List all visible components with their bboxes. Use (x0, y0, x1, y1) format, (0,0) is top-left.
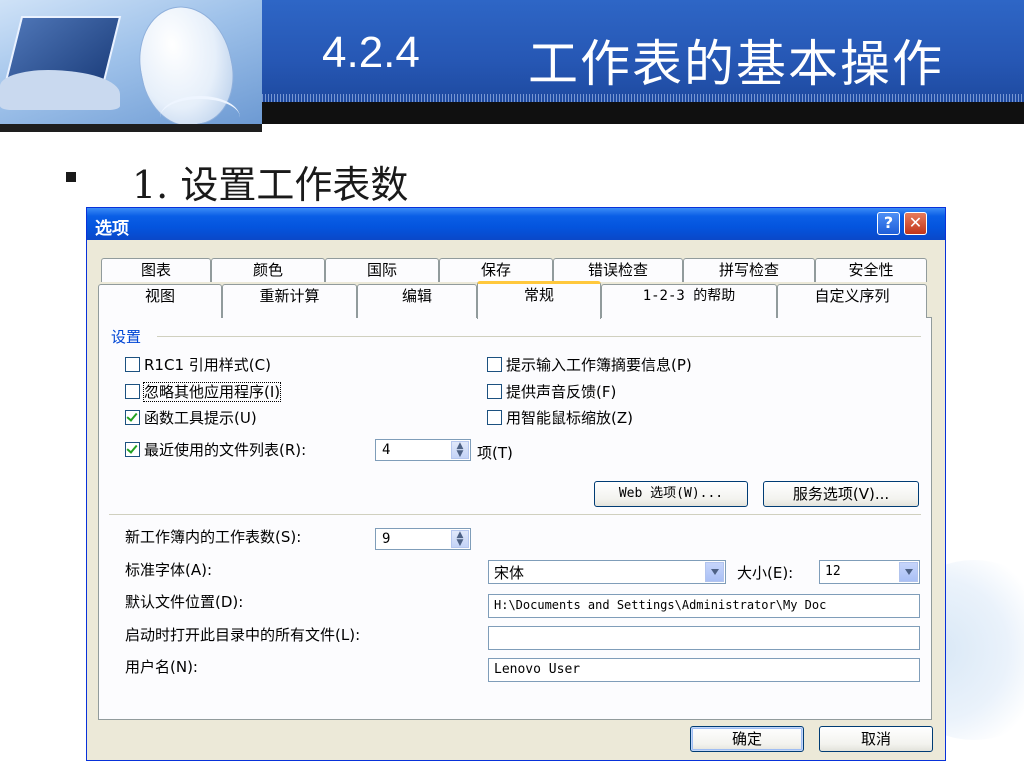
chevron-down-icon[interactable] (899, 562, 918, 582)
slide-title: 工作表的基本操作 (528, 35, 944, 93)
dialog-title: 选项 (95, 219, 129, 239)
bullet-marker (66, 172, 76, 182)
checkbox-box[interactable] (487, 410, 502, 425)
section-divider (109, 514, 921, 515)
tab-edit[interactable]: 编辑 (357, 284, 477, 318)
tab-custom-lists[interactable]: 自定义序列 (777, 284, 927, 318)
bullet-text: 1. 设置工作表数 (132, 163, 409, 207)
default-location-value: H:\Documents and Settings\Administrator\… (494, 598, 827, 612)
checkbox-box-checked[interactable] (125, 442, 140, 457)
default-location-label: 默认文件位置(D): (125, 593, 244, 611)
font-select[interactable]: 宋体 (488, 560, 726, 584)
size-label: 大小(E): (737, 564, 794, 582)
tab-save[interactable]: 保存 (439, 258, 553, 282)
username-input[interactable]: Lenovo User (488, 658, 920, 682)
tab-general[interactable]: 常规 (477, 281, 601, 319)
tab-view[interactable]: 视图 (98, 284, 222, 318)
font-label: 标准字体(A): (125, 561, 213, 579)
close-icon: ✕ (908, 213, 923, 232)
tab-recalculation[interactable]: 重新计算 (222, 284, 357, 318)
checkbox-summary-info[interactable]: 提示输入工作簿摘要信息(P) (487, 356, 692, 374)
checkbox-label: 忽略其他应用程序(I) (142, 382, 282, 402)
header-black-bar (262, 102, 1024, 124)
size-value: 12 (825, 564, 841, 579)
font-value: 宋体 (494, 564, 525, 582)
help-button[interactable]: ? (877, 212, 900, 235)
chevron-down-icon[interactable] (705, 562, 724, 582)
checkbox-label: 用智能鼠标缩放(Z) (506, 409, 633, 427)
checkbox-label: 函数工具提示(U) (144, 409, 257, 427)
recent-files-value: 4 (382, 442, 391, 458)
default-location-input[interactable]: H:\Documents and Settings\Administrator\… (488, 594, 920, 618)
checkbox-label: R1C1 引用样式(C) (144, 356, 271, 374)
tab-security[interactable]: 安全性 (815, 258, 927, 282)
size-select[interactable]: 12 (819, 560, 920, 584)
slide-title-number: 4.2.4 (322, 28, 420, 77)
sheets-spinner[interactable]: 9 ▲ ▼ (375, 528, 471, 550)
username-label: 用户名(N): (125, 658, 198, 676)
web-options-button[interactable]: Web 选项(W)... (594, 481, 748, 507)
spinner-arrows-icon[interactable]: ▲ ▼ (451, 441, 469, 459)
recent-files-spinner[interactable]: 4 ▲ ▼ (375, 439, 471, 461)
checkbox-label: 最近使用的文件列表(R): (144, 441, 307, 459)
checkbox-box[interactable] (125, 384, 140, 399)
checkbox-function-tooltips[interactable]: 函数工具提示(U) (125, 409, 257, 427)
checkbox-label: 提供声音反馈(F) (506, 383, 617, 401)
startup-folder-input[interactable] (488, 626, 920, 650)
options-dialog: 选项 ? ✕ 图表 颜色 国际 保存 错误检查 拼写检查 安全性 视图 重新计算… (86, 207, 946, 761)
sheets-label: 新工作簿内的工作表数(S): (125, 528, 302, 546)
sheets-value: 9 (382, 531, 391, 547)
group-divider (157, 336, 921, 337)
checkbox-ignore-other-apps[interactable]: 忽略其他应用程序(I) (125, 382, 282, 402)
help-icon: ? (883, 213, 894, 232)
checkbox-box-checked[interactable] (125, 410, 140, 425)
checkbox-box[interactable] (487, 384, 502, 399)
ok-button[interactable]: 确定 (690, 726, 804, 752)
cancel-button[interactable]: 取消 (819, 726, 933, 752)
checkbox-r1c1[interactable]: R1C1 引用样式(C) (125, 356, 271, 374)
startup-folder-label: 启动时打开此目录中的所有文件(L): (125, 626, 361, 644)
dialog-title-bar[interactable]: 选项 ? ✕ (87, 208, 945, 240)
checkbox-box[interactable] (487, 357, 502, 372)
checkbox-label: 提示输入工作簿摘要信息(P) (506, 356, 692, 374)
spinner-arrows-icon[interactable]: ▲ ▼ (451, 530, 469, 548)
username-value: Lenovo User (494, 662, 581, 677)
tab-spelling[interactable]: 拼写检查 (683, 258, 815, 282)
checkbox-box[interactable] (125, 357, 140, 372)
recent-files-unit: 项(T) (477, 444, 513, 462)
checkbox-sound-feedback[interactable]: 提供声音反馈(F) (487, 383, 616, 401)
header-photo-bottom-bar (0, 124, 262, 132)
settings-group-title: 设置 (111, 326, 146, 347)
tab-error-checking[interactable]: 错误检查 (553, 258, 683, 282)
header-photo-laptop-mouse (0, 0, 262, 124)
close-button[interactable]: ✕ (904, 212, 927, 235)
tab-colors[interactable]: 颜色 (211, 258, 325, 282)
checkbox-recent-files[interactable]: 最近使用的文件列表(R): (125, 441, 306, 459)
tab-lotus-help[interactable]: 1-2-3 的帮助 (601, 284, 777, 318)
checkbox-intellimouse-zoom[interactable]: 用智能鼠标缩放(Z) (487, 409, 633, 427)
tab-international[interactable]: 国际 (325, 258, 439, 282)
tab-charts[interactable]: 图表 (101, 258, 211, 282)
service-options-button[interactable]: 服务选项(V)... (763, 481, 919, 507)
